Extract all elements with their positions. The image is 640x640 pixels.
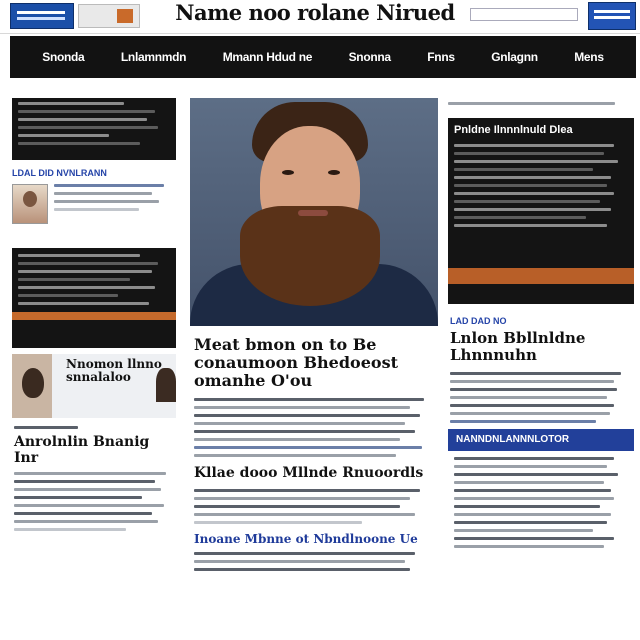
feature-title[interactable]: Pnldne Ilnnnlnuld Dlea xyxy=(454,124,628,136)
promo-thumbnail[interactable] xyxy=(78,4,140,28)
left-story-5[interactable]: Anrolnlin Bnanig Inr xyxy=(12,426,176,531)
hero-mouth xyxy=(298,210,328,216)
right-column: Pnldne Ilnnnlnuld Dlea LAD DAD NO Lnlon … xyxy=(448,98,634,640)
hero-beard xyxy=(240,206,380,306)
right-feature[interactable]: Pnldne Ilnnnlnuld Dlea xyxy=(448,118,634,304)
main-nav: Snonda Lnlamnmdn Mmann Hdud ne Snonna Fn… xyxy=(10,36,636,78)
blue-box-header[interactable]: NANNDNLANNNLOTOR xyxy=(448,429,634,451)
section-label[interactable]: LAD DAD NO xyxy=(450,316,632,326)
masthead: Name noo rolane Nirued xyxy=(0,0,640,34)
main-column: Meat bmon on to Be conaumoon Bhedoeost o… xyxy=(190,98,438,640)
main-body-text-2 xyxy=(190,489,438,524)
main-subhead-2[interactable]: Inoane Mbnne ot Nbndlnoone Ue xyxy=(194,532,434,546)
side-photo xyxy=(156,368,176,402)
right-story[interactable]: LAD DAD NO Lnlon Bbllnldne Lhnnnuhn xyxy=(448,316,634,423)
story-headline[interactable]: Anrolnlin Bnanig Inr xyxy=(14,434,174,466)
hero-eye-right xyxy=(328,170,340,175)
search-input[interactable] xyxy=(470,8,578,21)
section-label[interactable]: LDAL DID NVNLRANN xyxy=(12,168,176,178)
right-story-title[interactable]: Lnlon Bbllnldne Lhnnnuhn xyxy=(450,330,632,364)
nav-item-5[interactable]: Fnns xyxy=(427,50,455,64)
left-story-1[interactable] xyxy=(12,98,176,160)
nav-item-2[interactable]: Lnlamnmdn xyxy=(121,50,187,64)
author-photo xyxy=(12,184,48,224)
main-body-text-3 xyxy=(190,552,438,571)
orange-band xyxy=(448,268,634,284)
orange-band xyxy=(12,312,176,320)
blue-box-body xyxy=(448,451,634,548)
main-subhead[interactable]: Kllae dooo Mllnde Rnuoordls xyxy=(194,465,434,481)
main-headline[interactable]: Meat bmon on to Be conaumoon Bhedoeost o… xyxy=(194,336,434,390)
left-story-4[interactable]: Nnomon llnno snnalaloo xyxy=(12,354,176,418)
right-top-strip xyxy=(448,98,634,114)
nav-item-7[interactable]: Mens xyxy=(574,50,604,64)
nav-item-1[interactable]: Snonda xyxy=(42,50,85,64)
left-story-2[interactable]: LDAL DID NVNLRANN xyxy=(12,164,176,240)
hero-eye-left xyxy=(282,170,294,175)
bearded-man-photo xyxy=(12,354,52,418)
site-title[interactable]: Name noo rolane Nirued xyxy=(150,0,480,25)
brand-logo-icon[interactable] xyxy=(10,3,74,29)
hero-image[interactable] xyxy=(190,98,438,326)
nav-item-6[interactable]: Gnlagnn xyxy=(491,50,538,64)
left-column: LDAL DID NVNLRANN Nnomon llnno snnalaloo… xyxy=(12,98,176,640)
right-blue-box[interactable]: NANNDNLANNNLOTOR xyxy=(448,429,634,548)
nav-item-4[interactable]: Snonna xyxy=(349,50,392,64)
main-body-text xyxy=(190,398,438,457)
left-story-3[interactable] xyxy=(12,248,176,348)
nav-item-3[interactable]: Mmann Hdud ne xyxy=(223,50,313,64)
blue-badge-icon[interactable] xyxy=(588,2,636,30)
